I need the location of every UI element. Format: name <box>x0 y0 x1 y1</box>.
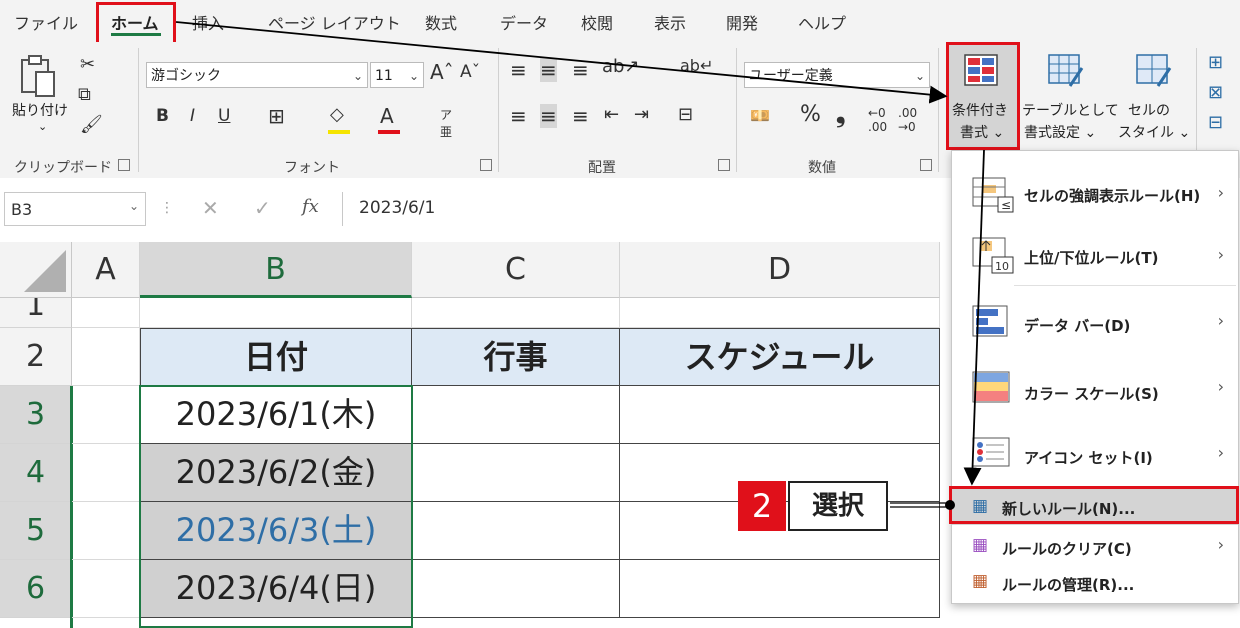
step-label: 選択 <box>788 481 888 531</box>
step-number-badge: 2 <box>738 481 786 531</box>
annotation-arrows <box>175 21 985 510</box>
